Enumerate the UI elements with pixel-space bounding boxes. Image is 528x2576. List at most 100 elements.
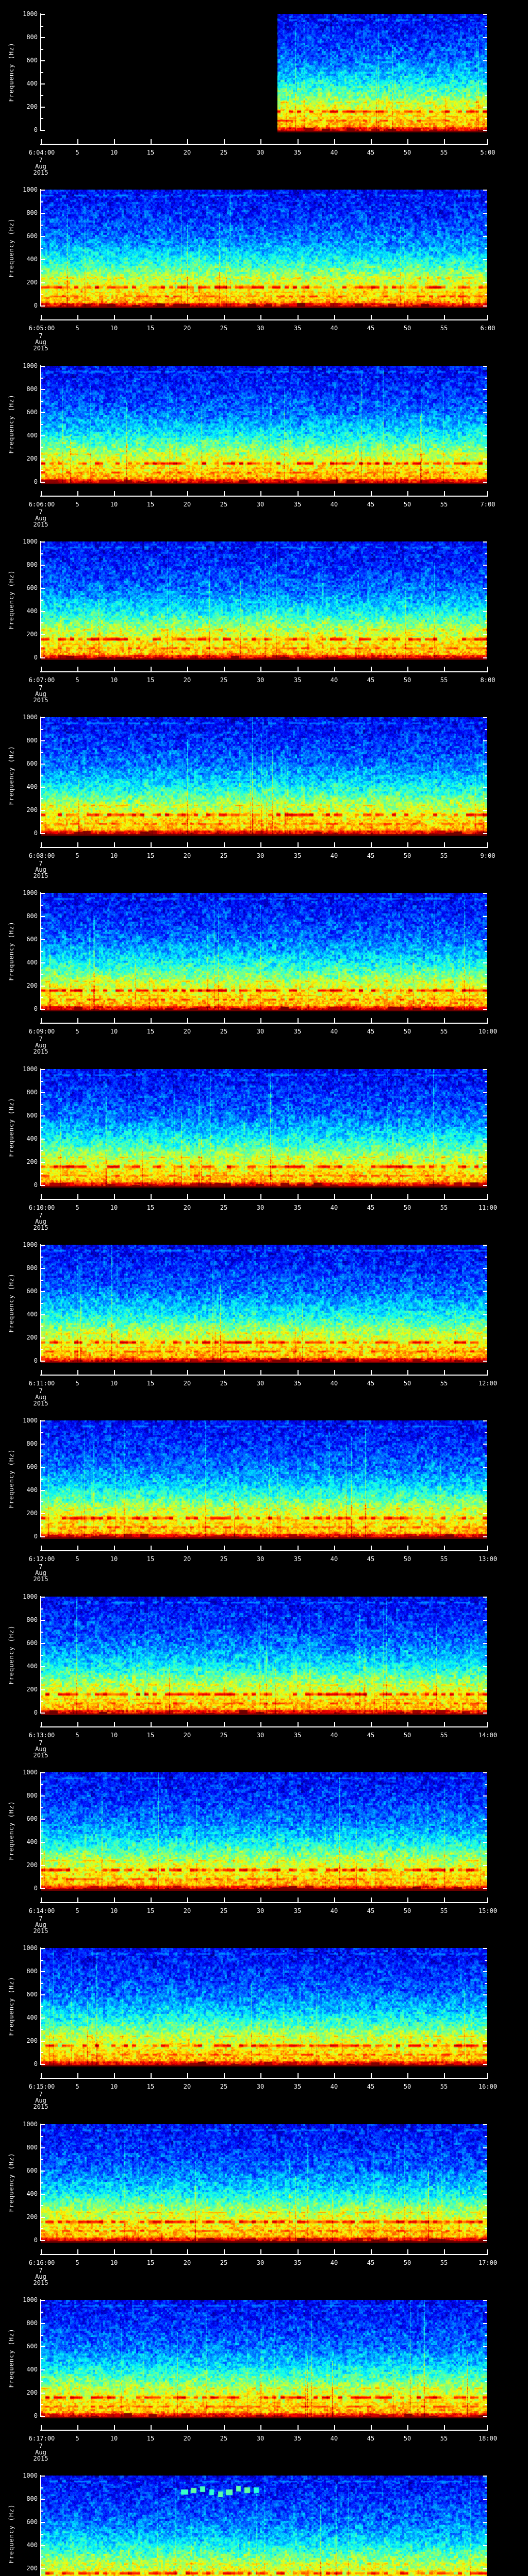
y-axis-minor-tick-right [485, 2312, 487, 2313]
x-axis-tick [187, 1546, 188, 1550]
x-tick-label: 20 [183, 149, 191, 156]
x-tick-label: 25 [220, 1380, 228, 1387]
y-axis-minor-tick [41, 997, 43, 998]
y-axis-minor-tick [41, 1257, 43, 1258]
end-time-label: 5:00 [480, 149, 496, 156]
x-axis-tick [260, 139, 261, 144]
y-axis-tick-right [483, 1337, 487, 1338]
y-axis-tick [41, 259, 45, 260]
y-axis-tick-right [483, 2217, 487, 2218]
end-time-label: 10:00 [478, 1028, 498, 1035]
y-axis-tick-right [483, 1444, 487, 1445]
y-axis-tick [41, 1490, 45, 1491]
x-tick-label: 30 [256, 149, 265, 156]
y-tick-label: 800 [26, 33, 38, 41]
x-tick-label: 35 [293, 1380, 302, 1387]
y-axis-minor-tick [41, 2358, 43, 2359]
y-axis-tick [41, 130, 45, 131]
y-axis-tick [41, 2568, 45, 2569]
y-axis-minor-tick-right [485, 2228, 487, 2229]
x-axis-tick [77, 1722, 78, 1726]
x-axis-tick [407, 2425, 408, 2430]
y-axis-tick [41, 541, 45, 543]
x-axis-tick [298, 2073, 299, 2078]
y-tick-label: 200 [26, 455, 38, 462]
y-axis-minor-tick [41, 270, 43, 272]
x-tick-label: 40 [330, 852, 338, 859]
x-axis-line [40, 144, 488, 145]
x-axis-tick [260, 1722, 261, 1726]
x-tick-label: 25 [220, 1555, 228, 1563]
y-axis-minor-tick [41, 1326, 43, 1327]
y-axis-tick [41, 1597, 45, 1598]
y-axis-minor-tick [41, 974, 43, 975]
x-tick-label: 50 [403, 1380, 411, 1387]
x-tick-label: 35 [293, 1555, 302, 1563]
x-axis-line [40, 2254, 488, 2255]
x-axis-tick [187, 2249, 188, 2254]
x-axis-tick [487, 2425, 488, 2430]
y-axis-tick [41, 389, 45, 390]
x-tick-label: 35 [293, 325, 302, 332]
end-time-label: 7:00 [480, 501, 496, 508]
y-tick-label: 400 [26, 607, 38, 615]
y-axis-tick-right [483, 2346, 487, 2347]
y-axis-tick-right [483, 2240, 487, 2241]
y-axis-tick-right [483, 435, 487, 436]
y-axis-tick-right [483, 1994, 487, 1995]
y-axis-tick [41, 1245, 45, 1246]
date-year: 2015 [33, 1048, 48, 1055]
y-tick-label: 400 [26, 1311, 38, 1318]
y-axis-tick-right [483, 366, 487, 367]
y-tick-label: 0 [34, 2060, 38, 2067]
y-axis-tick-right [483, 459, 487, 460]
y-axis-tick-right [483, 833, 487, 834]
x-axis-tick [371, 491, 372, 496]
x-axis-tick [114, 842, 115, 847]
x-axis-tick [298, 2425, 299, 2430]
x-tick-label: 10 [110, 1380, 118, 1387]
x-tick-label: 35 [293, 1732, 302, 1739]
y-tick-label: 1000 [23, 889, 38, 896]
y-tick-label: 600 [26, 936, 38, 943]
x-tick-label: 25 [220, 852, 228, 859]
end-time-label: 6:00 [480, 325, 496, 332]
y-axis-tick-right [483, 916, 487, 917]
y-axis-minor-tick [41, 225, 43, 226]
x-tick-label: 45 [367, 2083, 375, 2090]
x-tick-label: 50 [403, 149, 411, 156]
y-axis-minor-tick [41, 1632, 43, 1633]
y-axis-minor-tick-right [485, 622, 487, 623]
y-axis-tick [41, 2041, 45, 2042]
x-axis-line [40, 1902, 488, 1903]
x-axis-tick [334, 1546, 335, 1550]
spectrogram-stack: 1000 800 600 400 200 0 Frequency (Hz) 6:04:00 5 1… [0, 0, 528, 2576]
x-axis-tick [260, 2249, 261, 2254]
y-axis-tick-right [483, 1268, 487, 1269]
y-axis-tick-right [483, 389, 487, 390]
y-axis-minor-tick [41, 951, 43, 952]
y-tick-label: 0 [34, 1885, 38, 1892]
x-axis-tick [41, 842, 42, 847]
y-axis-minor-tick [41, 2312, 43, 2313]
x-axis-tick [114, 139, 115, 144]
y-axis-tick-right [483, 1689, 487, 1690]
x-axis-tick [151, 139, 152, 144]
y-axis-minor-tick [41, 72, 43, 73]
x-tick-label: 20 [183, 1380, 191, 1387]
y-axis-tick [41, 1865, 45, 1866]
frequency-axis-title: Frequency (Hz) [8, 1625, 15, 1685]
x-axis-tick [114, 1370, 115, 1375]
y-tick-label: 1000 [23, 1769, 38, 1776]
y-axis-tick [41, 833, 45, 834]
y-tick-label: 600 [26, 1815, 38, 1822]
x-tick-label: 15 [146, 852, 155, 859]
y-axis-tick [41, 1620, 45, 1621]
x-tick-label: 55 [440, 1732, 448, 1739]
x-tick-label: 30 [256, 1555, 265, 1563]
x-axis-tick [77, 139, 78, 144]
y-axis-minor-tick [41, 2556, 43, 2557]
y-axis-minor-tick [41, 424, 43, 425]
x-tick-label: 25 [220, 2083, 228, 2090]
y-axis-minor-tick-right [485, 1501, 487, 1502]
